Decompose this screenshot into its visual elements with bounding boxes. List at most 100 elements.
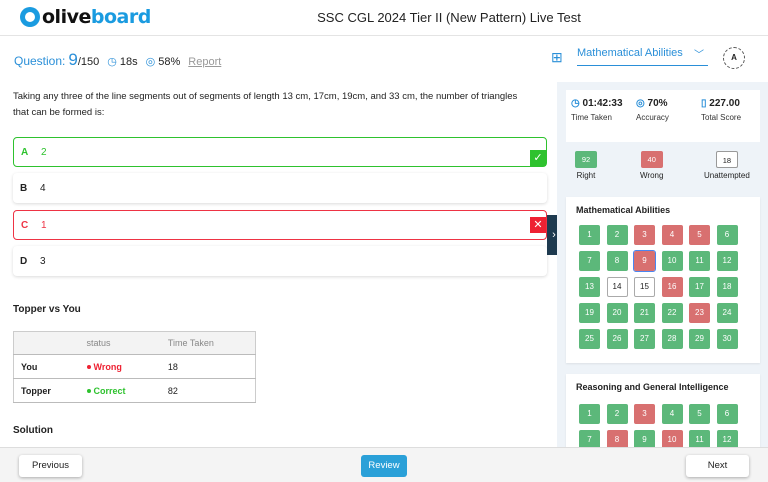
previous-button[interactable]: Previous (19, 455, 82, 477)
question-total: /150 (77, 56, 100, 68)
question-cell-3[interactable]: 3 (634, 404, 655, 424)
stat-accuracy: ◎ 70% Accuracy (636, 98, 669, 122)
option-d[interactable]: D3 (13, 246, 547, 276)
target-icon: ◎ (636, 98, 645, 109)
question-cell-7[interactable]: 7 (579, 251, 600, 271)
col-header: status (79, 331, 161, 355)
option-b[interactable]: B4 (13, 173, 547, 203)
target-icon: ◎ (145, 56, 156, 68)
question-cell-30[interactable]: 30 (716, 329, 738, 349)
question-cell-5[interactable]: 5 (689, 225, 710, 245)
question-cell-6[interactable]: 6 (716, 225, 738, 245)
topper-heading: Topper vs You (13, 304, 81, 315)
question-number: 9 (68, 50, 78, 69)
question-cell-12[interactable]: 12 (716, 251, 738, 271)
col-header (13, 331, 80, 355)
option-text: 3 (40, 255, 46, 267)
table-header: status Time Taken (13, 331, 256, 355)
status-dot-icon (86, 389, 91, 394)
section-mathematical-abilities: Mathematical Abilities 1 2 3 4 5 6 7 8 9 10 11 12 13 1… (566, 197, 760, 363)
question-cell-23[interactable]: 23 (689, 303, 710, 323)
review-button[interactable]: Review (361, 455, 407, 477)
row-status: Correct (93, 385, 126, 396)
clock-icon: ◷ (107, 56, 117, 68)
question-cell-3[interactable]: 3 (634, 225, 655, 245)
question-cell-26[interactable]: 26 (606, 329, 628, 349)
row-name: You (13, 354, 80, 379)
option-text: 4 (40, 182, 46, 194)
question-cell-28[interactable]: 28 (661, 329, 683, 349)
question-bar: Question: 9 /150 ◷ 18s ◎ 58% Report (14, 50, 221, 70)
question-cell-29[interactable]: 29 (689, 329, 710, 349)
question-cell-11[interactable]: 11 (689, 251, 710, 271)
status-dot-icon (86, 365, 91, 370)
section-select[interactable]: Mathematical Abilities ﹀ (577, 44, 708, 66)
test-title: SSC CGL 2024 Tier II (New Pattern) Live … (317, 10, 581, 25)
question-cell-5[interactable]: 5 (689, 404, 710, 424)
grid-icon[interactable]: ⊞ (551, 49, 563, 66)
language-toggle-icon[interactable]: A (723, 47, 745, 69)
question-cell-8[interactable]: 8 (606, 251, 628, 271)
question-cell-19[interactable]: 19 (579, 303, 600, 323)
section-title: Reasoning and General Intelligence (576, 382, 729, 392)
option-key: A (21, 146, 29, 158)
header: olive board SSC CGL 2024 Tier II (New Pat… (0, 0, 768, 36)
question-cell-25[interactable]: 25 (579, 329, 600, 349)
question-cell-27[interactable]: 27 (634, 329, 655, 349)
question-cell-20[interactable]: 20 (606, 303, 628, 323)
check-icon: ✓ (530, 150, 546, 166)
report-link[interactable]: Report (188, 56, 221, 68)
question-cell-2[interactable]: 2 (606, 225, 628, 245)
question-cell-1[interactable]: 1 (579, 404, 600, 424)
option-a[interactable]: A 2 ✓ (13, 137, 547, 167)
option-c[interactable]: C 1 ✕ (13, 210, 547, 240)
option-key: B (20, 182, 28, 194)
count-unattempted: 18 Unattempted (704, 151, 750, 180)
clipboard-icon: ▯ (701, 98, 707, 109)
stats-panel: ◷ 01:42:33 Time Taken ◎ 70% Accuracy ▯ 227… (566, 90, 760, 142)
solution-heading: Solution (13, 425, 53, 436)
count-right: 92 Right (575, 151, 597, 180)
row-name: Topper (13, 378, 80, 403)
question-cell-13[interactable]: 13 (579, 277, 600, 297)
question-grid: 1 2 3 4 5 6 7 8 9 10 11 12 (579, 404, 738, 450)
section-select-value: Mathematical Abilities (577, 47, 683, 59)
row-status: Wrong (93, 361, 122, 372)
question-cell-18[interactable]: 18 (716, 277, 738, 297)
row-time: 82 (160, 378, 256, 403)
row-time: 18 (160, 354, 256, 379)
chevron-down-icon: ﹀ (694, 50, 704, 61)
question-cell-4[interactable]: 4 (661, 404, 683, 424)
clock-icon: ◷ (571, 98, 580, 109)
question-cell-9[interactable]: 9 (633, 250, 656, 272)
option-key: C (21, 219, 29, 231)
question-time: 18s (119, 56, 138, 68)
question-cell-14[interactable]: 14 (606, 277, 628, 297)
option-key: D (20, 255, 28, 267)
col-header: Time Taken (160, 331, 256, 355)
table-row: You Wrong 18 (13, 354, 256, 379)
question-cell-2[interactable]: 2 (606, 404, 628, 424)
question-label: Question: (14, 54, 66, 68)
table-row: Topper Correct 82 (13, 378, 256, 403)
count-wrong: 40 Wrong (640, 151, 663, 180)
question-cell-22[interactable]: 22 (661, 303, 683, 323)
stat-score: ▯ 227.00 Total Score (701, 98, 742, 122)
question-cell-4[interactable]: 4 (661, 225, 683, 245)
topper-table: status Time Taken You Wrong 18 Topper Correc… (13, 331, 256, 403)
question-cell-16[interactable]: 16 (661, 277, 683, 297)
section-reasoning: Reasoning and General Intelligence 1 2 3 4 5 6… (566, 374, 760, 454)
question-grid: 1 2 3 4 5 6 7 8 9 10 11 12 13 14 15 16 17 18 19 20 21 22 23 24 2… (579, 225, 738, 349)
question-text: Taking any three of the line segments ou… (13, 91, 518, 118)
question-cell-10[interactable]: 10 (661, 251, 683, 271)
chevron-right-icon: › (552, 229, 556, 241)
question-cell-15[interactable]: 15 (634, 277, 655, 297)
question-cell-21[interactable]: 21 (634, 303, 655, 323)
question-cell-17[interactable]: 17 (689, 277, 710, 297)
question-cell-6[interactable]: 6 (716, 404, 738, 424)
section-title: Mathematical Abilities (576, 205, 671, 215)
question-cell-24[interactable]: 24 (716, 303, 738, 323)
question-cell-1[interactable]: 1 (579, 225, 600, 245)
footer: Previous Review Next (0, 447, 768, 482)
next-button[interactable]: Next (686, 455, 749, 477)
